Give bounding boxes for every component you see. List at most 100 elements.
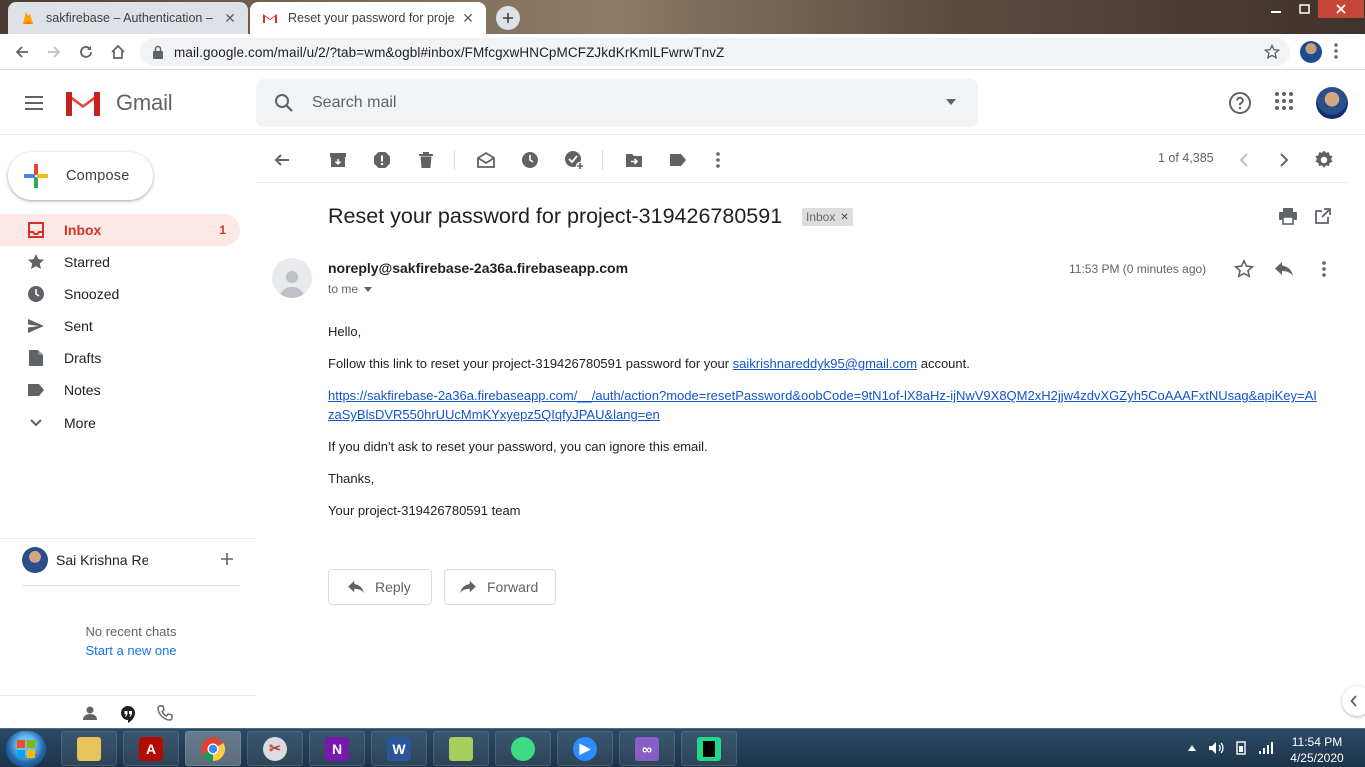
clock-time: 11:54 PM (1291, 735, 1343, 749)
label-chip-text: Inbox (806, 210, 836, 224)
account-avatar[interactable] (1316, 87, 1348, 119)
hangouts-icon[interactable] (120, 705, 136, 723)
taskbar-word[interactable]: W (371, 731, 427, 766)
tab-close-icon[interactable]: ✕ (222, 10, 238, 26)
onenote-icon: N (325, 736, 349, 761)
search-options-caret-icon[interactable] (946, 99, 956, 105)
sidebar-item-drafts[interactable]: Drafts (0, 342, 240, 374)
star-icon[interactable] (1234, 259, 1254, 279)
tray-expand-icon[interactable] (1188, 745, 1196, 751)
labels-button[interactable] (666, 148, 690, 172)
new-tab-button[interactable] (496, 6, 520, 30)
forward-button[interactable]: Forward (444, 569, 556, 605)
print-icon[interactable] (1278, 207, 1298, 225)
back-button[interactable] (10, 40, 34, 64)
gmail-logo[interactable]: Gmail (64, 88, 173, 118)
sidebar-item-more[interactable]: More (0, 407, 240, 439)
forward-button[interactable] (42, 40, 66, 64)
send-icon (26, 316, 46, 336)
apps-grid-icon[interactable] (1274, 91, 1294, 111)
chevron-left-icon (1350, 695, 1357, 707)
maximize-button[interactable] (1290, 0, 1318, 18)
thanks-line: Thanks, (328, 471, 375, 486)
more-vert-icon[interactable] (1322, 261, 1326, 277)
remove-label-icon[interactable]: ✕ (840, 212, 848, 223)
archive-button[interactable] (326, 148, 350, 172)
taskbar-file-explorer[interactable] (61, 731, 117, 766)
recipient-text: to me (328, 282, 359, 296)
clock-icon (26, 284, 46, 304)
report-spam-button[interactable] (370, 148, 394, 172)
phone-icon[interactable] (157, 705, 173, 721)
taskbar-acrobat[interactable]: A (123, 731, 179, 766)
address-bar[interactable]: mail.google.com/mail/u/2/?tab=wm&ogbl#in… (140, 38, 1290, 66)
browser-tab-firebase[interactable]: sakfirebase – Authentication – Fi ✕ (8, 2, 248, 34)
sidebar-item-label: More (64, 415, 96, 431)
search-icon[interactable] (274, 93, 294, 113)
browser-tab-gmail[interactable]: Reset your password for project- ✕ (250, 2, 486, 34)
close-window-button[interactable] (1318, 0, 1364, 18)
gmail-favicon-icon (263, 14, 277, 23)
account-email-link[interactable]: saikrishnareddyk95@gmail.com (733, 356, 917, 371)
sidebar-item-inbox[interactable]: Inbox 1 (0, 214, 240, 246)
volume-icon[interactable] (1208, 741, 1224, 755)
search-input[interactable] (312, 94, 912, 112)
inbox-label-chip[interactable]: Inbox ✕ (802, 208, 853, 226)
reload-button[interactable] (74, 40, 98, 64)
network-icon[interactable] (1258, 741, 1274, 755)
sidebar-item-starred[interactable]: Starred (0, 246, 240, 278)
help-icon[interactable] (1228, 91, 1252, 115)
add-to-tasks-button[interactable] (562, 148, 586, 172)
reply-button[interactable]: Reply (328, 569, 432, 605)
gmail-wordmark: Gmail (116, 90, 173, 115)
taskbar-zoom[interactable]: ▶ (557, 731, 613, 766)
instruction-text: Follow this link to reset your project-3… (328, 356, 733, 371)
plus-icon (503, 13, 513, 23)
search-bar[interactable] (256, 79, 978, 127)
taskbar-pycharm[interactable] (681, 731, 737, 766)
browser-menu-icon[interactable] (1334, 42, 1338, 60)
compose-button[interactable]: Compose (8, 152, 153, 200)
mark-unread-button[interactable] (474, 148, 498, 172)
forward-icon (460, 580, 476, 594)
older-button[interactable] (1272, 148, 1296, 172)
recipient-details[interactable]: to me (328, 282, 373, 296)
sidebar-item-sent[interactable]: Sent (0, 310, 240, 342)
newer-button[interactable] (1232, 148, 1256, 172)
home-button[interactable] (106, 40, 130, 64)
more-actions-button[interactable] (706, 148, 730, 172)
settings-button[interactable] (1312, 148, 1336, 172)
pdf-icon: A (139, 736, 163, 761)
new-chat-plus-icon[interactable] (220, 552, 234, 566)
taskbar-snipping-tool[interactable]: ✂ (247, 731, 303, 766)
person-icon[interactable] (82, 705, 98, 721)
move-to-button[interactable] (622, 148, 646, 172)
taskbar-sticky-notes[interactable] (433, 731, 489, 766)
reset-password-link[interactable]: https://sakfirebase-2a36a.firebaseapp.co… (328, 388, 1317, 422)
taskbar-android-studio[interactable] (495, 731, 551, 766)
delete-button[interactable] (414, 148, 438, 172)
tab-close-icon[interactable]: ✕ (460, 10, 476, 26)
browser-profile-avatar[interactable] (1300, 41, 1322, 63)
snooze-button[interactable] (518, 148, 542, 172)
sidebar-item-snoozed[interactable]: Snoozed (0, 278, 240, 310)
back-to-inbox-button[interactable] (270, 148, 294, 172)
start-button[interactable] (6, 731, 46, 767)
start-new-chat-link[interactable]: Start a new one (0, 643, 262, 658)
sidebar-item-notes[interactable]: Notes (0, 374, 240, 406)
open-new-window-icon[interactable] (1314, 207, 1332, 225)
side-panel-toggle[interactable] (1342, 686, 1365, 716)
bookmark-star-icon[interactable] (1264, 44, 1280, 60)
chat-user[interactable]: Sai Krishna Re( (22, 546, 242, 574)
minimize-button[interactable] (1262, 0, 1290, 18)
taskbar-chrome[interactable] (185, 731, 241, 766)
arrow-left-icon (274, 154, 289, 166)
power-icon[interactable] (1234, 741, 1248, 755)
taskbar-visual-studio[interactable]: ∞ (619, 731, 675, 766)
main-menu-icon[interactable] (22, 91, 46, 115)
reply-icon[interactable] (1274, 261, 1294, 277)
email-body: Hello, Follow this link to reset your pr… (328, 322, 1318, 533)
system-clock[interactable]: 11:54 PM 4/25/2020 (1282, 734, 1352, 766)
taskbar-onenote[interactable]: N (309, 731, 365, 766)
trash-icon (419, 152, 433, 168)
